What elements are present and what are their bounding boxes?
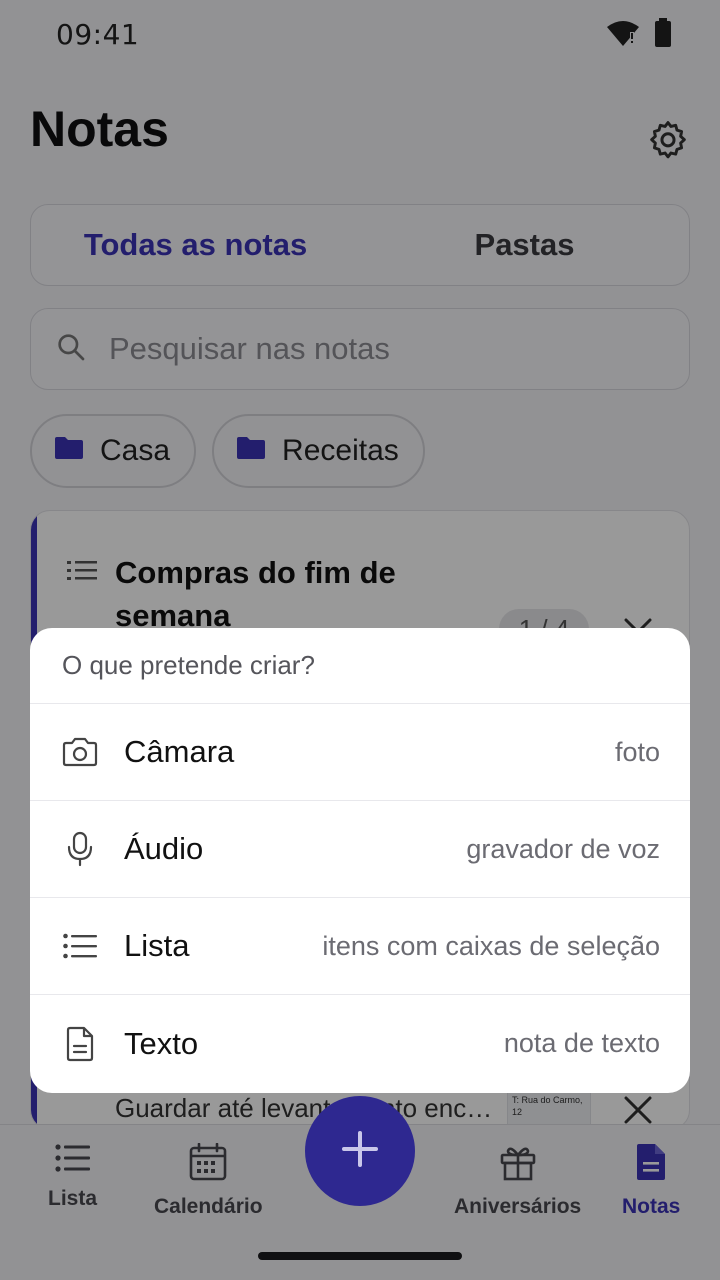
option-description: foto bbox=[614, 736, 660, 767]
option-description: gravador de voz bbox=[466, 833, 660, 864]
document-icon bbox=[62, 1026, 98, 1062]
create-menu-sheet: O que pretende criar? Câmara foto Áudio … bbox=[30, 628, 690, 1093]
option-label: Texto bbox=[124, 1025, 199, 1061]
create-option-list[interactable]: Lista itens com caixas de seleção bbox=[30, 898, 690, 995]
create-option-audio[interactable]: Áudio gravador de voz bbox=[30, 801, 690, 898]
plus-icon bbox=[340, 1129, 380, 1174]
option-label: Lista bbox=[124, 928, 190, 963]
list-icon bbox=[62, 928, 98, 964]
option-label: Câmara bbox=[124, 734, 235, 769]
option-description: nota de texto bbox=[503, 1028, 660, 1058]
microphone-icon bbox=[62, 831, 98, 867]
option-description: itens com caixas de seleção bbox=[322, 930, 660, 961]
create-option-camera[interactable]: Câmara foto bbox=[30, 704, 690, 801]
option-label: Áudio bbox=[124, 831, 204, 866]
create-option-text[interactable]: Texto nota de texto bbox=[30, 995, 690, 1092]
create-menu-prompt: O que pretende criar? bbox=[30, 628, 690, 704]
camera-icon bbox=[62, 734, 98, 770]
add-button[interactable] bbox=[305, 1096, 415, 1206]
